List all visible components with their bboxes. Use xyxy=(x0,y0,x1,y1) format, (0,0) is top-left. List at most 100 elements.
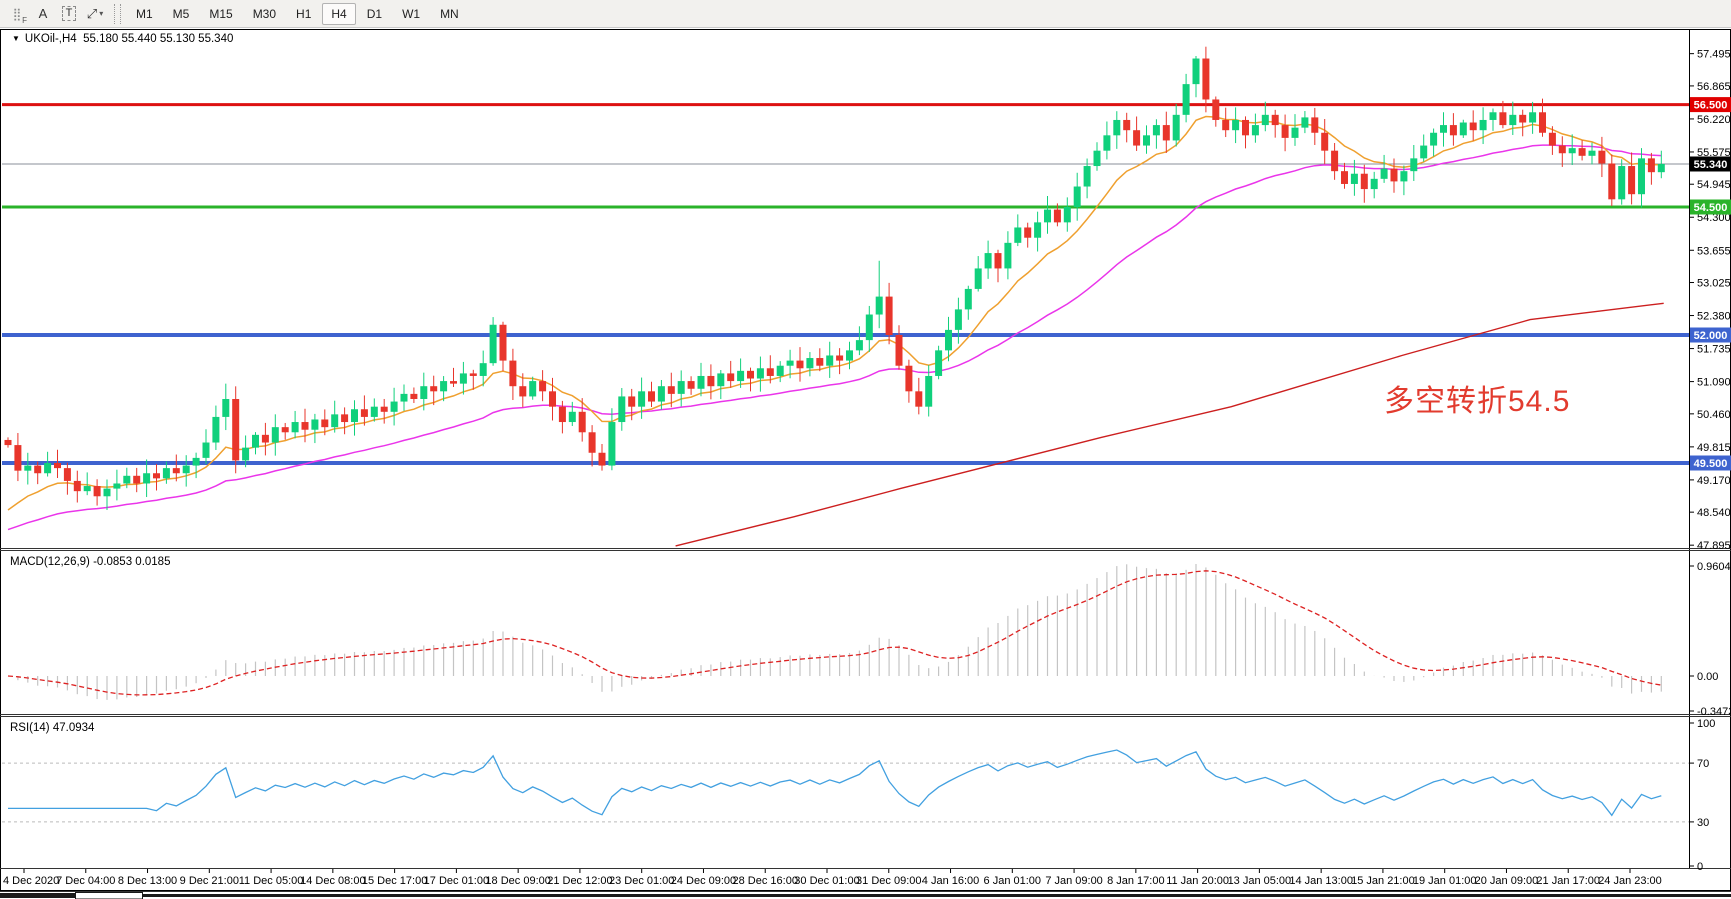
candle-body xyxy=(1044,210,1051,223)
candle-body xyxy=(1242,120,1249,135)
time-tick-label: 14 Dec 08:00 xyxy=(300,875,365,887)
candle-body xyxy=(1153,125,1160,135)
macd-name: MACD(12,26,9) xyxy=(10,556,90,568)
candle-body xyxy=(1252,125,1259,135)
rsi-axis-label: 30 xyxy=(1697,817,1709,829)
timeframe-button-h1[interactable]: H1 xyxy=(287,3,320,25)
candle-body xyxy=(638,391,645,406)
chart-frame xyxy=(0,30,1731,892)
horizontal-scrollbar[interactable] xyxy=(0,893,1731,899)
candle-body xyxy=(24,466,31,471)
timeframe-button-w1[interactable]: W1 xyxy=(393,3,429,25)
candle-body xyxy=(1371,179,1378,189)
candle-body xyxy=(242,448,249,461)
time-tick-label: 17 Dec 01:00 xyxy=(424,875,489,887)
candle-body xyxy=(302,422,309,430)
price-tick-label: 49.170 xyxy=(1697,475,1731,487)
time-tick-label: 8 Dec 13:00 xyxy=(118,875,177,887)
candle-body xyxy=(1094,151,1101,166)
price-tick-label: 52.380 xyxy=(1697,311,1731,323)
scrollbar-thumb[interactable] xyxy=(76,893,143,899)
candle-body xyxy=(5,440,12,445)
candle-body xyxy=(589,432,596,452)
trading-terminal-window: ⣿FAT⤢▾ M1M5M15M30H1H4D1W1MN 57.49556.865… xyxy=(0,0,1731,899)
candle-body xyxy=(777,366,784,376)
candle-body xyxy=(311,419,318,429)
price-tick-label: 48.540 xyxy=(1697,507,1731,519)
candle-body xyxy=(480,363,487,376)
scrollbar-track-left[interactable] xyxy=(0,893,75,898)
candle-body xyxy=(104,489,111,497)
time-tick-label: 20 Jan 09:00 xyxy=(1475,875,1539,887)
grid-f-icon[interactable]: ⣿F xyxy=(6,3,28,25)
price-badge-label: 55.340 xyxy=(1694,159,1728,171)
dropdown-caret-icon[interactable]: ▾ xyxy=(99,9,103,18)
time-tick-label: 11 Jan 20:00 xyxy=(1166,875,1229,887)
rsi-value: 47.0934 xyxy=(53,722,95,734)
candle-body xyxy=(440,381,447,391)
candle-body xyxy=(1212,99,1219,119)
candlestick-series[interactable] xyxy=(5,47,1665,510)
candle-body xyxy=(1549,133,1556,146)
macd-pane[interactable]: 0.96040.00-0.3473 xyxy=(8,561,1731,718)
candle-body xyxy=(1292,128,1299,138)
scrollbar-track-right[interactable] xyxy=(143,894,1731,897)
chart-annotation-text: 多空转折54.5 xyxy=(1384,376,1570,420)
candle-body xyxy=(1282,125,1289,138)
candle-body xyxy=(391,402,398,412)
candle-body xyxy=(1559,146,1566,154)
chart-canvas[interactable]: 57.49556.86556.22055.57554.94554.30053.6… xyxy=(0,0,1731,899)
candle-body xyxy=(272,427,279,442)
candle-body xyxy=(401,394,408,402)
candle-body xyxy=(1014,227,1021,242)
candle-body xyxy=(1608,163,1615,199)
candle-body xyxy=(54,463,61,468)
price-tick-label: 51.735 xyxy=(1697,344,1731,356)
timeframe-button-mn[interactable]: MN xyxy=(431,3,468,25)
candle-body xyxy=(1173,115,1180,141)
candle-body xyxy=(688,381,695,389)
candle-body xyxy=(44,463,51,473)
timeframe-button-m30[interactable]: M30 xyxy=(244,3,285,25)
candle-body xyxy=(153,473,160,478)
timeframe-button-h4[interactable]: H4 xyxy=(322,3,355,25)
candle-body xyxy=(410,394,417,399)
collapse-triangle-icon[interactable]: ▼ xyxy=(12,34,20,43)
timeframe-button-m1[interactable]: M1 xyxy=(127,3,162,25)
time-tick-label: 31 Dec 09:00 xyxy=(856,875,921,887)
candle-body xyxy=(1430,133,1437,146)
rsi-pane[interactable]: 10070300 xyxy=(2,718,1715,873)
candle-body xyxy=(460,373,467,383)
candle-body xyxy=(133,476,140,484)
timeframe-button-m15[interactable]: M15 xyxy=(200,3,241,25)
candle-body xyxy=(1193,59,1200,85)
rsi-line xyxy=(8,750,1661,815)
candle-body xyxy=(876,297,883,315)
candle-body xyxy=(925,376,932,407)
timeframe-button-m5[interactable]: M5 xyxy=(164,3,199,25)
price-tick-label: 51.090 xyxy=(1697,377,1731,389)
candle-body xyxy=(658,386,665,401)
macd-axis-label: 0.9604 xyxy=(1697,561,1731,573)
candle-body xyxy=(341,414,348,422)
candle-body xyxy=(816,358,823,366)
timeframe-button-d1[interactable]: D1 xyxy=(358,3,391,25)
candle-body xyxy=(430,386,437,391)
candle-body xyxy=(955,309,962,329)
candle-body xyxy=(539,381,546,391)
time-axis[interactable]: 4 Dec 20207 Dec 04:008 Dec 13:009 Dec 21… xyxy=(3,869,1662,887)
candle-body xyxy=(1569,148,1576,153)
toolbar: ⣿FAT⤢▾ M1M5M15M30H1H4D1W1MN xyxy=(0,0,1731,28)
candle-body xyxy=(1420,146,1427,159)
text-label-icon[interactable]: A xyxy=(32,3,54,25)
text-tool-icon[interactable]: T xyxy=(58,3,80,25)
drawing-tools-icon[interactable]: ⤢▾ xyxy=(84,3,106,25)
time-tick-label: 11 Dec 05:00 xyxy=(239,875,304,887)
price-axis[interactable]: 57.49556.86556.22055.57554.94554.30053.6… xyxy=(1689,49,1731,553)
candle-body xyxy=(94,486,101,496)
candle-body xyxy=(1272,115,1279,125)
candle-body xyxy=(1351,174,1358,184)
candle-body xyxy=(559,407,566,422)
candle-body xyxy=(1341,171,1348,184)
candle-body xyxy=(34,466,41,474)
